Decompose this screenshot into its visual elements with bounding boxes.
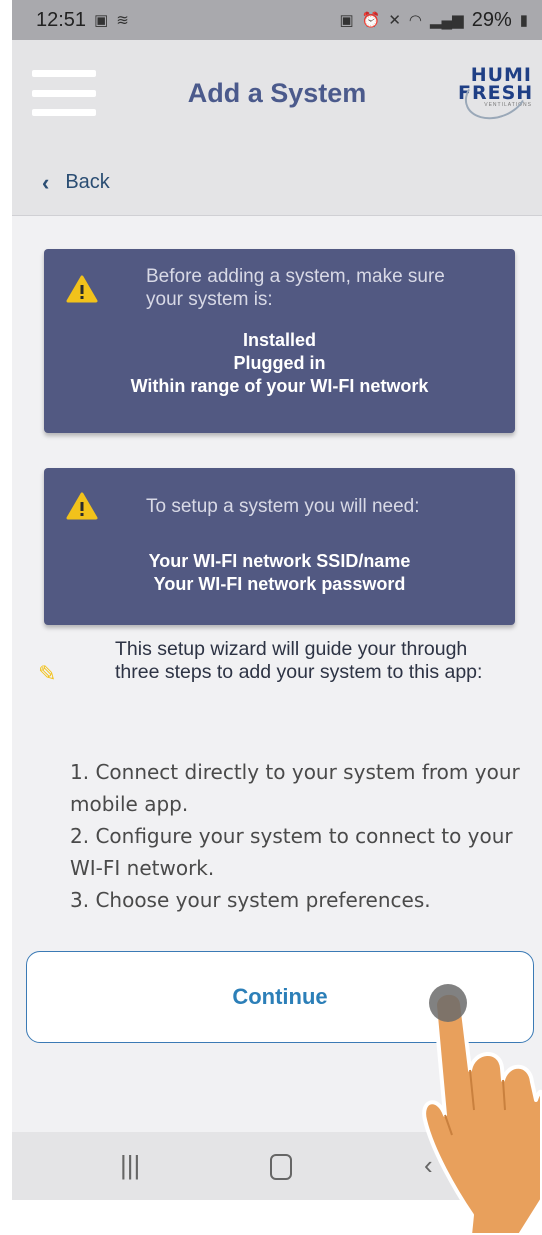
- requirement-item: Plugged in: [233, 353, 326, 373]
- signal-icon: ▂▄▆: [430, 12, 464, 29]
- recent-apps-icon[interactable]: |||: [120, 1150, 140, 1181]
- requirement-item: Within range of your WI-FI network: [130, 376, 429, 396]
- humifresh-logo: HUMI FRESH VENTILATIONS: [458, 62, 534, 128]
- wifi-icon: ◠: [408, 12, 422, 29]
- step-item: 1. Connect directly to your system from …: [70, 760, 520, 816]
- requirements-card: Before adding a system, make sure your s…: [44, 249, 515, 433]
- home-icon[interactable]: [270, 1154, 292, 1180]
- requirement-item: Installed: [242, 330, 317, 350]
- warning-icon: [66, 275, 98, 303]
- pencil-icon: ✎: [38, 661, 57, 686]
- card1-intro: Before adding a system, make sure your s…: [146, 266, 445, 310]
- app-bar: Add a System HUMI FRESH VENTILATIONS: [12, 40, 542, 150]
- battery-icon: ▮: [519, 12, 528, 29]
- back-button[interactable]: ‹ Back: [12, 150, 542, 216]
- wizard-note: This setup wizard will guide your throug…: [115, 638, 483, 683]
- back-label: Back: [65, 171, 110, 193]
- back-nav-icon[interactable]: ‹: [424, 1150, 433, 1181]
- step-item: 3. Choose your system preferences.: [70, 888, 431, 912]
- alarm-icon: ⏰: [361, 12, 381, 29]
- continue-label: Continue: [232, 984, 328, 1009]
- steps-list: 1. Connect directly to your system from …: [70, 756, 520, 916]
- battery-percent: 29%: [471, 8, 512, 31]
- step-item: 2. Configure your system to connect to y…: [70, 824, 513, 880]
- continue-button[interactable]: Continue: [26, 951, 534, 1043]
- phone-screen: 12:51 ▣ ≋ ▣ ⏰ ✕ ◠ ▂▄▆ 29% ▮ Add a System…: [12, 0, 542, 1200]
- mute-icon: ✕: [388, 12, 401, 29]
- need-item: Your WI-FI network SSID/name: [148, 551, 411, 571]
- status-time: 12:51: [36, 8, 87, 31]
- need-item: Your WI-FI network password: [153, 574, 406, 594]
- needs-card: To setup a system you will need: Your WI…: [44, 468, 515, 625]
- gallery-icon: ▣: [94, 12, 109, 29]
- warning-icon: [66, 492, 98, 520]
- chevron-left-icon: ‹: [42, 169, 50, 195]
- lock-icon: ▣: [339, 12, 354, 29]
- status-bar: 12:51 ▣ ≋ ▣ ⏰ ✕ ◠ ▂▄▆ 29% ▮: [12, 0, 542, 40]
- card2-intro: To setup a system you will need:: [146, 496, 420, 517]
- system-nav-bar: ||| ‹: [12, 1132, 542, 1200]
- notification-icon: ≋: [116, 12, 129, 29]
